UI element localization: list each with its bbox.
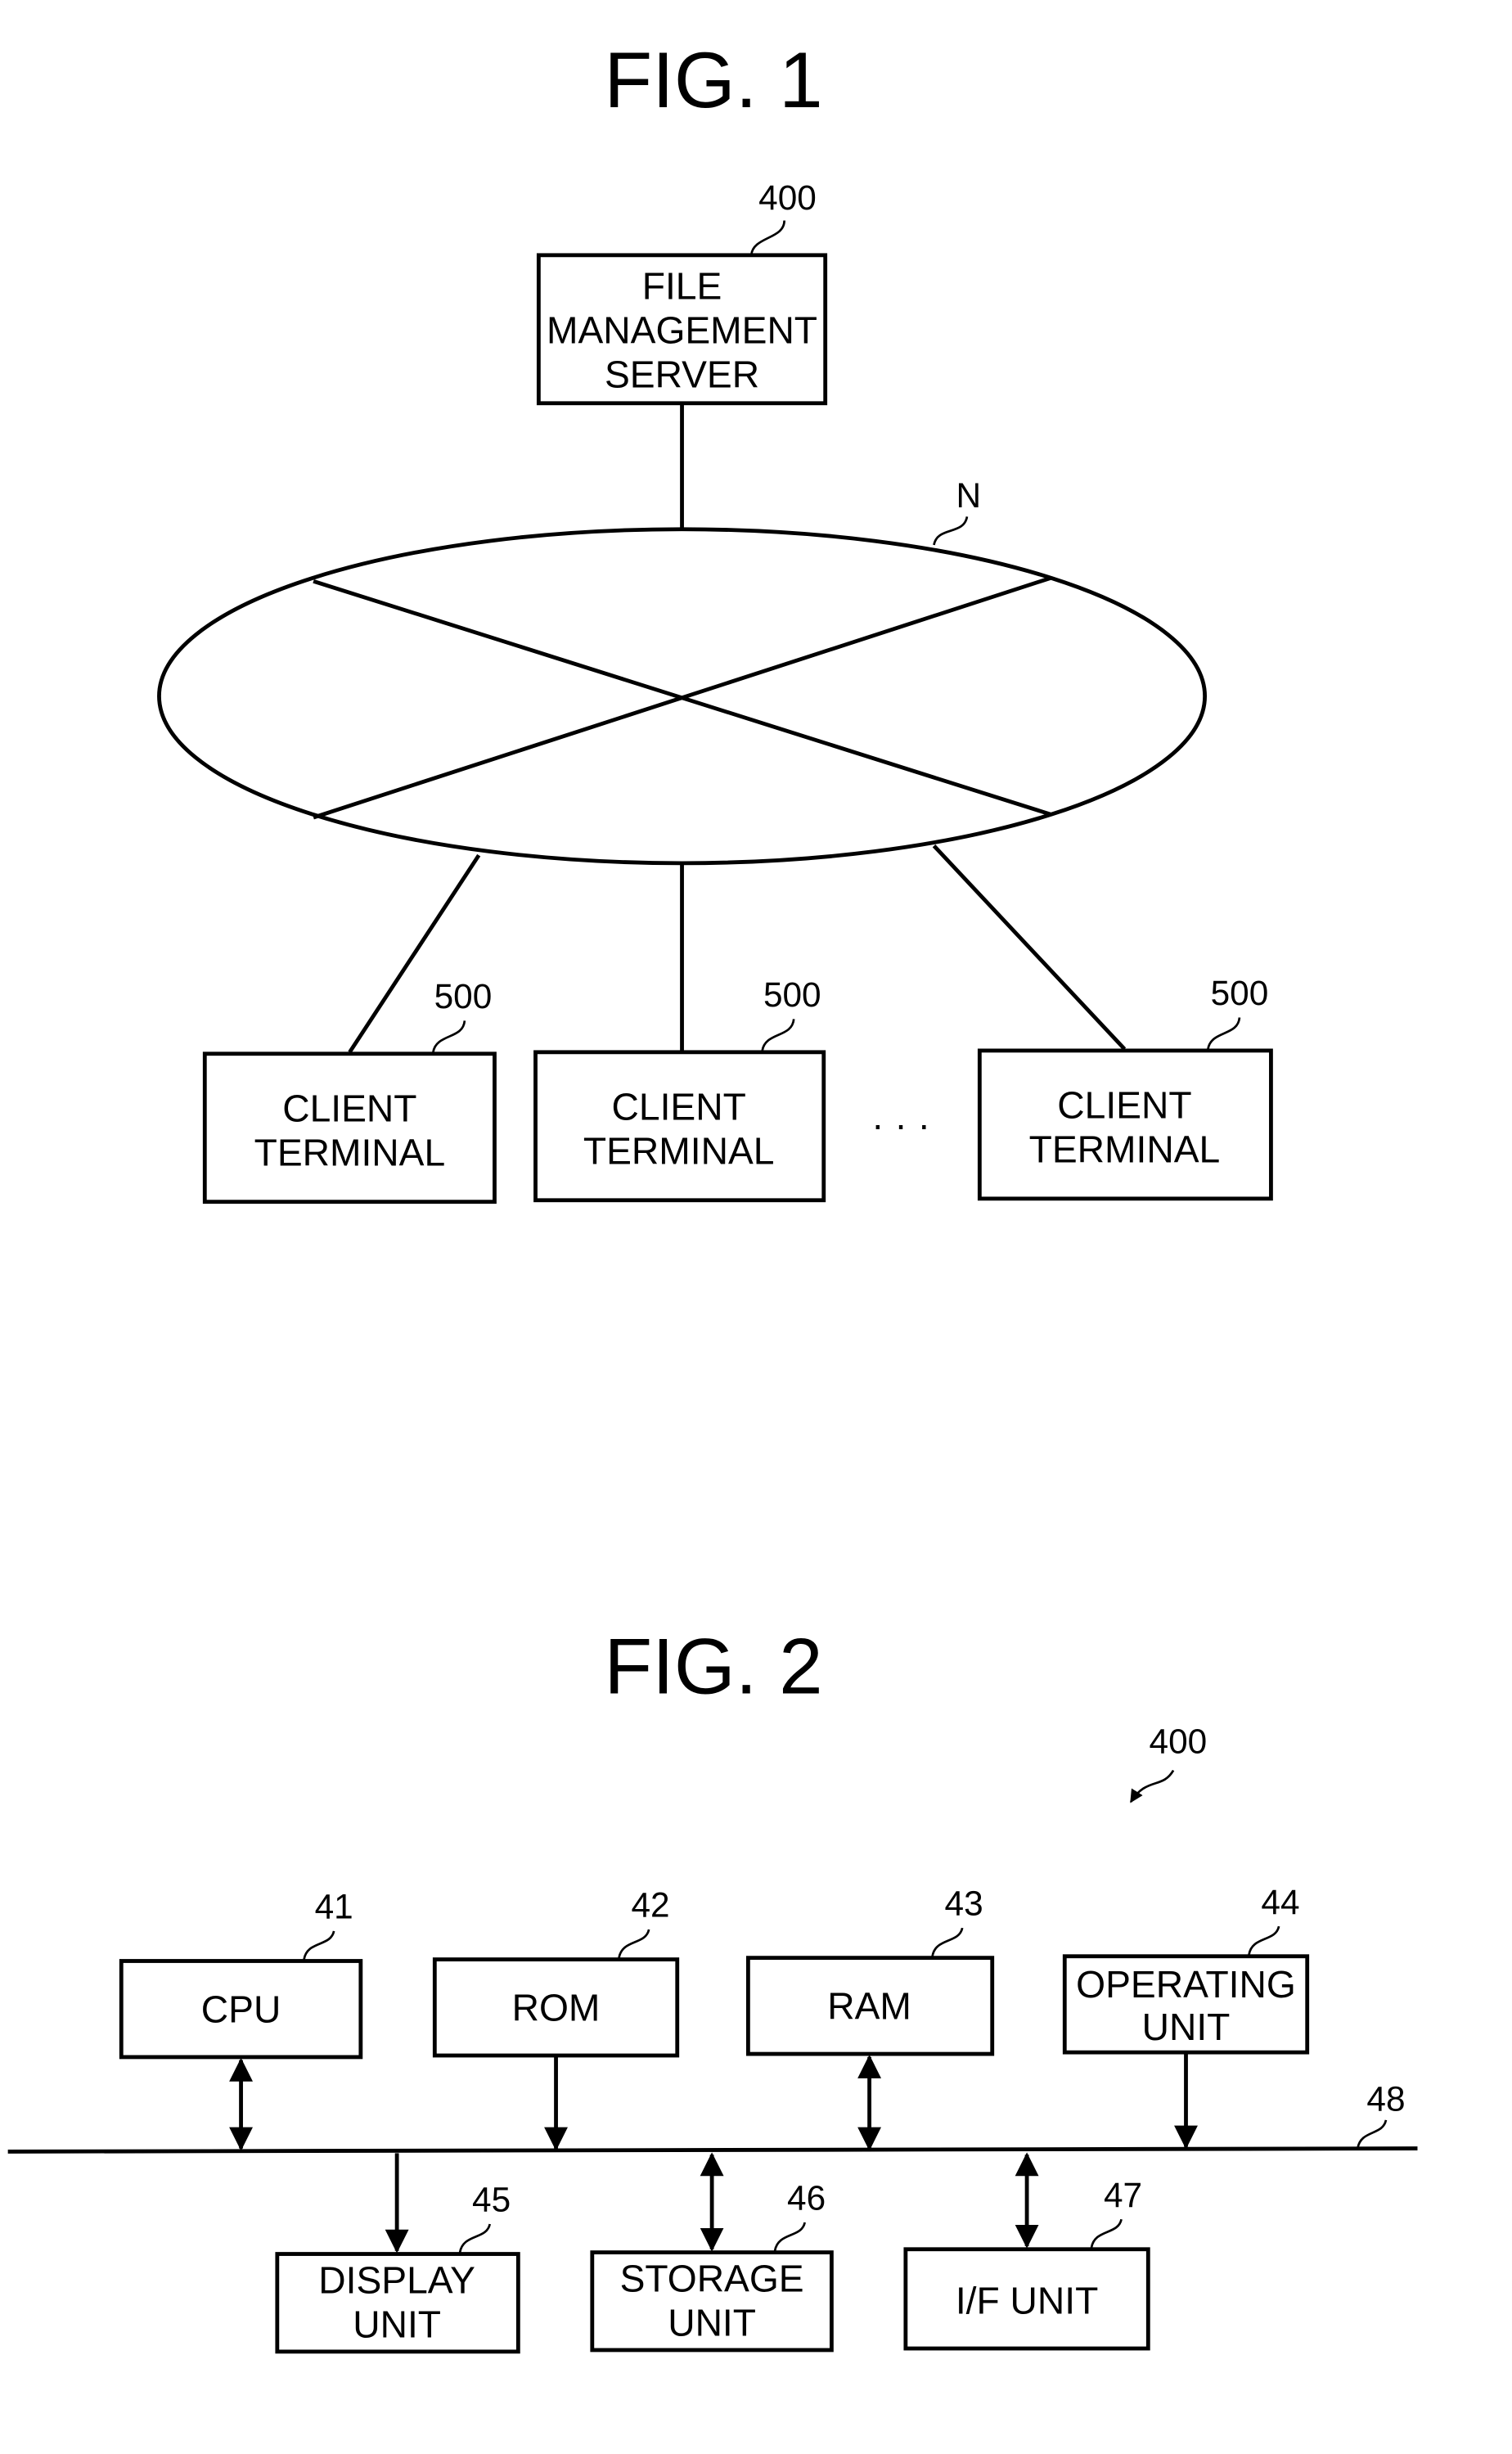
server-label-line-1: FILE — [642, 265, 722, 308]
operating-unit-leader-line — [1248, 1925, 1280, 1956]
client-label-line-2: TERMINAL — [1029, 1128, 1221, 1171]
client-label-line-1: CLIENT — [282, 1087, 416, 1130]
client-reference-numeral: 500 — [763, 975, 821, 1014]
server-label-line-2: MANAGEMENT — [547, 309, 817, 352]
client-link-1 — [348, 853, 481, 1054]
client-label-line-1: CLIENT — [612, 1086, 746, 1128]
client-leader-line — [761, 1019, 795, 1051]
client-link-3 — [932, 844, 1127, 1051]
storage-unit-label-line-1: STORAGE — [620, 2258, 804, 2300]
ram-label: RAM — [827, 1985, 911, 2028]
operating-unit-reference-numeral: 44 — [1261, 1883, 1299, 1921]
if-unit-block: I/F UNIT 47 — [903, 2152, 1150, 2351]
figure-2-title: FIG. 2 — [604, 1623, 822, 1710]
network-cross-line-2 — [313, 576, 1051, 820]
ram-leader-line — [931, 1927, 964, 1957]
client-leader-line — [432, 1020, 466, 1053]
rom-leader-line — [618, 1929, 650, 1959]
client-terminal-block: CLIENT TERMINAL 500 — [533, 975, 826, 1203]
bus-reference-numeral: 48 — [1366, 2079, 1405, 2118]
cpu-label: CPU — [201, 1988, 281, 2031]
operating-unit-label-line-2: UNIT — [1142, 2006, 1231, 2048]
system-bus-48 — [7, 2146, 1418, 2154]
ram-block: RAM 43 — [745, 1884, 995, 2151]
client-label-line-2: TERMINAL — [583, 1130, 775, 1173]
client-terminal-block: CLIENT TERMINAL 500 — [202, 977, 497, 1204]
if-unit-label: I/F UNIT — [956, 2280, 1098, 2322]
network-leader-line — [933, 516, 969, 546]
client-leader-line — [1207, 1017, 1241, 1050]
rom-block: ROM 42 — [432, 1886, 680, 2151]
display-unit-label-line-2: UNIT — [353, 2303, 441, 2346]
server-leader-line — [749, 220, 785, 256]
client-terminal-block: CLIENT TERMINAL 500 — [977, 974, 1273, 1201]
if-unit-leader-line — [1090, 2218, 1123, 2249]
storage-unit-block: STORAGE UNIT 46 — [590, 2152, 834, 2353]
display-unit-block: DISPLAY UNIT 45 — [275, 2153, 520, 2354]
network-reference-label: N — [956, 476, 982, 515]
figure-1: FIG. 1 FILE MANAGEMENT SERVER 400 N CLIE… — [157, 37, 1273, 1204]
client-label-line-1: CLIENT — [1057, 1084, 1191, 1127]
server-label-line-3: SERVER — [605, 353, 759, 396]
more-clients-ellipsis: · · · — [871, 1103, 930, 1146]
display-unit-leader-line — [458, 2223, 492, 2253]
cpu-reference-numeral: 41 — [315, 1888, 353, 1926]
operating-unit-block: OPERATING UNIT 44 — [1062, 1883, 1310, 2150]
storage-unit-reference-numeral: 46 — [787, 2179, 826, 2218]
apparatus-reference-numeral: 400 — [1150, 1722, 1208, 1760]
rom-label: ROM — [512, 1987, 601, 2029]
storage-unit-leader-line — [773, 2222, 806, 2252]
file-management-server-block: FILE MANAGEMENT SERVER 400 — [536, 178, 828, 406]
network-cloud: N — [157, 476, 1208, 866]
rom-reference-numeral: 42 — [631, 1886, 669, 1925]
client-reference-numeral: 500 — [1211, 974, 1269, 1012]
bus-leader-line — [1356, 2119, 1388, 2149]
display-unit-reference-numeral: 45 — [472, 2181, 511, 2219]
cpu-leader-line — [303, 1930, 335, 1960]
figure-2: FIG. 2 400 48 CPU 41 ROM 42 RAM 43 OPERA… — [7, 1623, 1418, 2354]
apparatus-leader-arrow — [1129, 1769, 1175, 1803]
if-unit-reference-numeral: 47 — [1104, 2176, 1142, 2214]
ram-reference-numeral: 43 — [945, 1884, 983, 1923]
client-reference-numeral: 500 — [434, 977, 493, 1015]
figure-1-title: FIG. 1 — [604, 37, 822, 124]
storage-unit-label-line-2: UNIT — [668, 2302, 756, 2344]
server-reference-numeral: 400 — [758, 178, 817, 217]
display-unit-label-line-1: DISPLAY — [318, 2259, 475, 2302]
client-label-line-2: TERMINAL — [254, 1131, 446, 1173]
operating-unit-label-line-1: OPERATING — [1076, 1963, 1296, 2006]
patent-drawing-sheet: FIG. 1 FILE MANAGEMENT SERVER 400 N CLIE… — [7, 37, 1418, 2354]
cpu-block: CPU 41 — [119, 1888, 363, 2151]
